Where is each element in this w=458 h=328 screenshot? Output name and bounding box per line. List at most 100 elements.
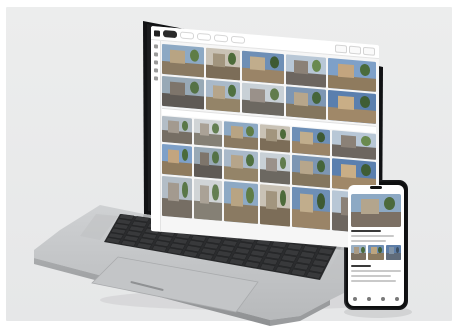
camera-foliage (361, 163, 371, 177)
camera-ground (351, 212, 401, 227)
camera-feed-tile[interactable] (206, 47, 240, 81)
camera-structure (250, 55, 266, 71)
camera-structure (170, 81, 186, 96)
camera-structure (266, 157, 277, 172)
toolbar-tab[interactable] (180, 31, 194, 40)
phone-camera-thumbnail[interactable] (385, 245, 401, 260)
camera-structure (168, 182, 179, 202)
phone-list-item-line[interactable] (351, 275, 391, 277)
camera-feed-tile[interactable] (286, 86, 326, 120)
camera-feed-tile[interactable] (162, 143, 192, 177)
layout-button[interactable] (335, 44, 347, 54)
camera-feed-tile[interactable] (292, 154, 330, 189)
device-scene (0, 0, 458, 328)
camera-structure (212, 84, 225, 100)
nav-home-icon[interactable] (353, 297, 357, 301)
camera-feed-tile[interactable] (242, 50, 284, 85)
phone-list-item-line[interactable] (351, 280, 396, 282)
app-logo-icon (154, 29, 160, 37)
camera-feed-tile[interactable] (162, 43, 204, 78)
camera-feed-tile[interactable] (332, 130, 376, 160)
phone-list-item-line[interactable] (351, 270, 401, 272)
camera-foliage (312, 91, 322, 105)
camera-foliage (279, 189, 287, 207)
camera-structure (212, 52, 225, 68)
camera-structure (294, 59, 308, 75)
camera-foliage (359, 95, 371, 109)
camera-ground (368, 253, 384, 260)
camera-structure (337, 63, 355, 79)
nav-profile-icon[interactable] (395, 297, 399, 301)
camera-feed-tile[interactable] (162, 115, 192, 145)
phone-thumbnail-row (351, 245, 401, 260)
camera-foliage (212, 122, 219, 134)
camera-feed-tile[interactable] (206, 79, 240, 113)
camera-structure (337, 95, 355, 111)
camera-feed-tile[interactable] (224, 149, 258, 182)
camera-foliage (246, 187, 254, 204)
filter-button[interactable] (349, 45, 361, 55)
camera-foliage (269, 87, 279, 101)
phone-notch (370, 186, 382, 189)
camera-feed-tile[interactable] (194, 146, 222, 179)
toolbar-tab[interactable] (197, 32, 211, 42)
camera-structure (340, 163, 357, 179)
camera-foliage (212, 184, 219, 201)
toolbar-tab[interactable] (231, 35, 245, 44)
phone-camera-subtitle-line (351, 240, 386, 242)
camera-structure (354, 247, 360, 254)
camera-foliage (212, 151, 219, 164)
camera-feed-tile[interactable] (162, 175, 192, 219)
camera-feed-tile[interactable] (224, 181, 258, 224)
sidebar-settings-icon[interactable] (153, 76, 158, 81)
camera-feed-tile[interactable] (292, 186, 330, 231)
camera-feed-tile[interactable] (242, 82, 284, 117)
camera-structure (170, 49, 186, 64)
camera-feed-tile[interactable] (194, 118, 222, 147)
camera-feed-tile[interactable] (286, 54, 326, 88)
sidebar-map-icon[interactable] (153, 68, 158, 73)
camera-feed-tile[interactable] (292, 126, 330, 157)
sidebar-alerts-icon[interactable] (153, 60, 158, 65)
nav-camera-icon[interactable] (367, 297, 371, 301)
camera-structure (299, 159, 313, 175)
toolbar-tab[interactable] (214, 34, 228, 43)
phone-camera-thumbnail[interactable] (368, 245, 384, 260)
camera-feed-tile[interactable] (162, 75, 204, 110)
camera-feed-tile[interactable] (194, 178, 222, 221)
phone-main-camera-view[interactable] (351, 194, 401, 227)
camera-feed-tile[interactable] (260, 152, 290, 185)
camera-feed-tile[interactable] (260, 124, 290, 153)
camera-structure (230, 125, 243, 139)
camera-structure (266, 190, 277, 210)
camera-feed-tile[interactable] (224, 121, 258, 150)
camera-structure (250, 87, 266, 103)
phone-camera-thumbnail[interactable] (351, 245, 367, 260)
camera-foliage (279, 156, 287, 170)
camera-structure (299, 131, 313, 145)
camera-feed-tile[interactable] (328, 57, 376, 92)
sidebar-home-icon[interactable] (153, 44, 158, 49)
sidebar-camera-icon[interactable] (153, 52, 158, 57)
camera-structure (361, 198, 379, 214)
camera-structure (294, 91, 308, 107)
settings-button[interactable] (363, 46, 375, 56)
camera-structure (168, 148, 179, 164)
toolbar-tab[interactable] (163, 30, 177, 39)
camera-structure (199, 185, 210, 204)
camera-foliage (279, 128, 287, 140)
camera-structure (388, 247, 395, 254)
camera-structure (299, 193, 313, 213)
camera-structure (371, 247, 377, 254)
phone-camera-title-line (351, 230, 381, 232)
camera-foliage (228, 52, 236, 66)
camera-foliage (395, 246, 400, 253)
camera-foliage (189, 81, 199, 95)
phone-list (351, 265, 401, 285)
camera-feed-tile[interactable] (328, 89, 376, 124)
toolbar-actions (335, 44, 375, 56)
camera-foliage (269, 55, 279, 69)
camera-feed-tile[interactable] (260, 184, 290, 227)
camera-foliage (317, 131, 326, 143)
nav-alerts-icon[interactable] (381, 297, 385, 301)
